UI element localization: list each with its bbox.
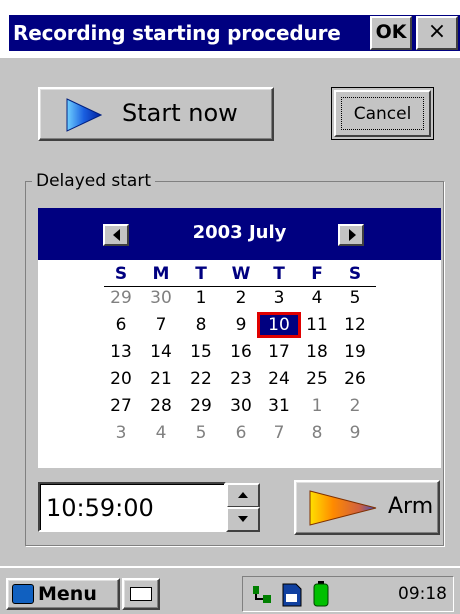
calendar-day[interactable]: 1 [181,287,221,309]
close-button[interactable]: × [416,16,458,50]
calendar-day[interactable]: 13 [101,341,141,363]
calendar-day[interactable]: 22 [181,368,221,390]
calendar-day[interactable]: 15 [181,341,221,363]
calendar-day[interactable]: 11 [297,314,337,336]
cancel-label: Cancel [341,97,424,130]
keyboard-button[interactable] [122,578,160,610]
start-menu-button[interactable]: Menu [6,578,120,610]
weekday-header: S [114,264,128,284]
delayed-start-label: Delayed start [32,170,155,192]
arm-button[interactable]: Arm [294,480,440,535]
calendar-day[interactable]: 4 [297,287,337,309]
time-spin-up[interactable] [226,483,260,508]
time-input[interactable]: 10:59:00 [38,482,226,532]
calendar-day[interactable]: 2 [221,287,261,309]
calendar-day[interactable]: 3 [101,422,141,444]
time-value: 10:59:00 [46,494,154,522]
storage-card-icon[interactable] [281,582,303,608]
arrow-down-icon [238,516,248,522]
calendar-day[interactable]: 24 [259,368,299,390]
calendar-day[interactable]: 28 [141,395,181,417]
calendar-day[interactable]: 6 [221,422,261,444]
recording-dialog: Recording starting procedure OK × Start … [0,0,460,565]
taskbar: Menu 09:18 [0,566,460,614]
calendar-day[interactable]: 27 [101,395,141,417]
calendar-day[interactable]: 5 [335,287,375,309]
calendar-day-selected[interactable]: 10 [257,312,301,338]
calendar-day[interactable]: 1 [297,395,337,417]
calendar-day[interactable]: 7 [259,422,299,444]
calendar-day[interactable]: 21 [141,368,181,390]
calendar-day[interactable]: 2 [335,395,375,417]
weekday-header: S [348,264,362,284]
ok-button[interactable]: OK [370,16,412,50]
weekday-header: M [152,264,170,284]
calendar-day[interactable]: 30 [221,395,261,417]
calendar-day[interactable]: 29 [181,395,221,417]
start-now-label: Start now [122,99,238,127]
cancel-button[interactable]: Cancel [331,87,434,140]
menu-label: Menu [38,583,97,605]
keyboard-icon [130,587,152,601]
calendar-day[interactable]: 3 [259,287,299,309]
calendar-month-label[interactable]: 2003 July [38,220,441,246]
title-bar: Recording starting procedure OK × [0,0,460,58]
calendar-day[interactable]: 7 [141,314,181,336]
network-icon[interactable] [251,583,275,607]
weekday-header: T [273,264,285,284]
time-spin-down[interactable] [226,507,260,532]
cancel-button-bevel: Cancel [334,90,431,137]
calendar-day[interactable]: 20 [101,368,141,390]
play-icon [66,98,102,132]
battery-icon[interactable] [311,580,331,608]
calendar-day[interactable]: 12 [335,314,375,336]
calendar-day[interactable]: 30 [141,287,181,309]
arm-label: Arm [388,494,434,519]
arrow-right-icon [349,229,356,241]
calendar-day[interactable]: 19 [335,341,375,363]
start-now-button[interactable]: Start now [38,87,274,141]
calendar-day[interactable]: 6 [101,314,141,336]
weekday-header: T [195,264,207,284]
calendar-day[interactable]: 17 [259,341,299,363]
calendar-day[interactable]: 8 [181,314,221,336]
arm-play-icon [309,490,377,526]
next-month-button[interactable] [338,224,364,246]
calendar-day[interactable]: 23 [221,368,261,390]
calendar-day[interactable]: 25 [297,368,337,390]
weekday-header: W [231,264,251,284]
system-tray: 09:18 [242,576,454,612]
calendar-day[interactable]: 9 [221,314,261,336]
calendar-day[interactable]: 14 [141,341,181,363]
calendar-day[interactable]: 4 [141,422,181,444]
dialog-title: Recording starting procedure [13,21,341,45]
weekday-header: F [311,264,323,284]
calendar-day[interactable]: 5 [181,422,221,444]
calendar-day[interactable]: 31 [259,395,299,417]
arrow-up-icon [238,492,248,498]
calendar-day[interactable]: 29 [101,287,141,309]
month-calendar[interactable]: 2003 July S M T W T F S 29 30 1 2 3 4 5 6 7 8 9 10 11 12 13 14… [38,208,441,468]
calendar-day[interactable]: 9 [335,422,375,444]
calendar-day[interactable]: 18 [297,341,337,363]
windows-logo-icon [12,584,34,604]
calendar-day[interactable]: 8 [297,422,337,444]
clock[interactable]: 09:18 [398,583,447,605]
calendar-header: 2003 July [38,208,441,260]
calendar-day[interactable]: 16 [221,341,261,363]
calendar-day[interactable]: 26 [335,368,375,390]
